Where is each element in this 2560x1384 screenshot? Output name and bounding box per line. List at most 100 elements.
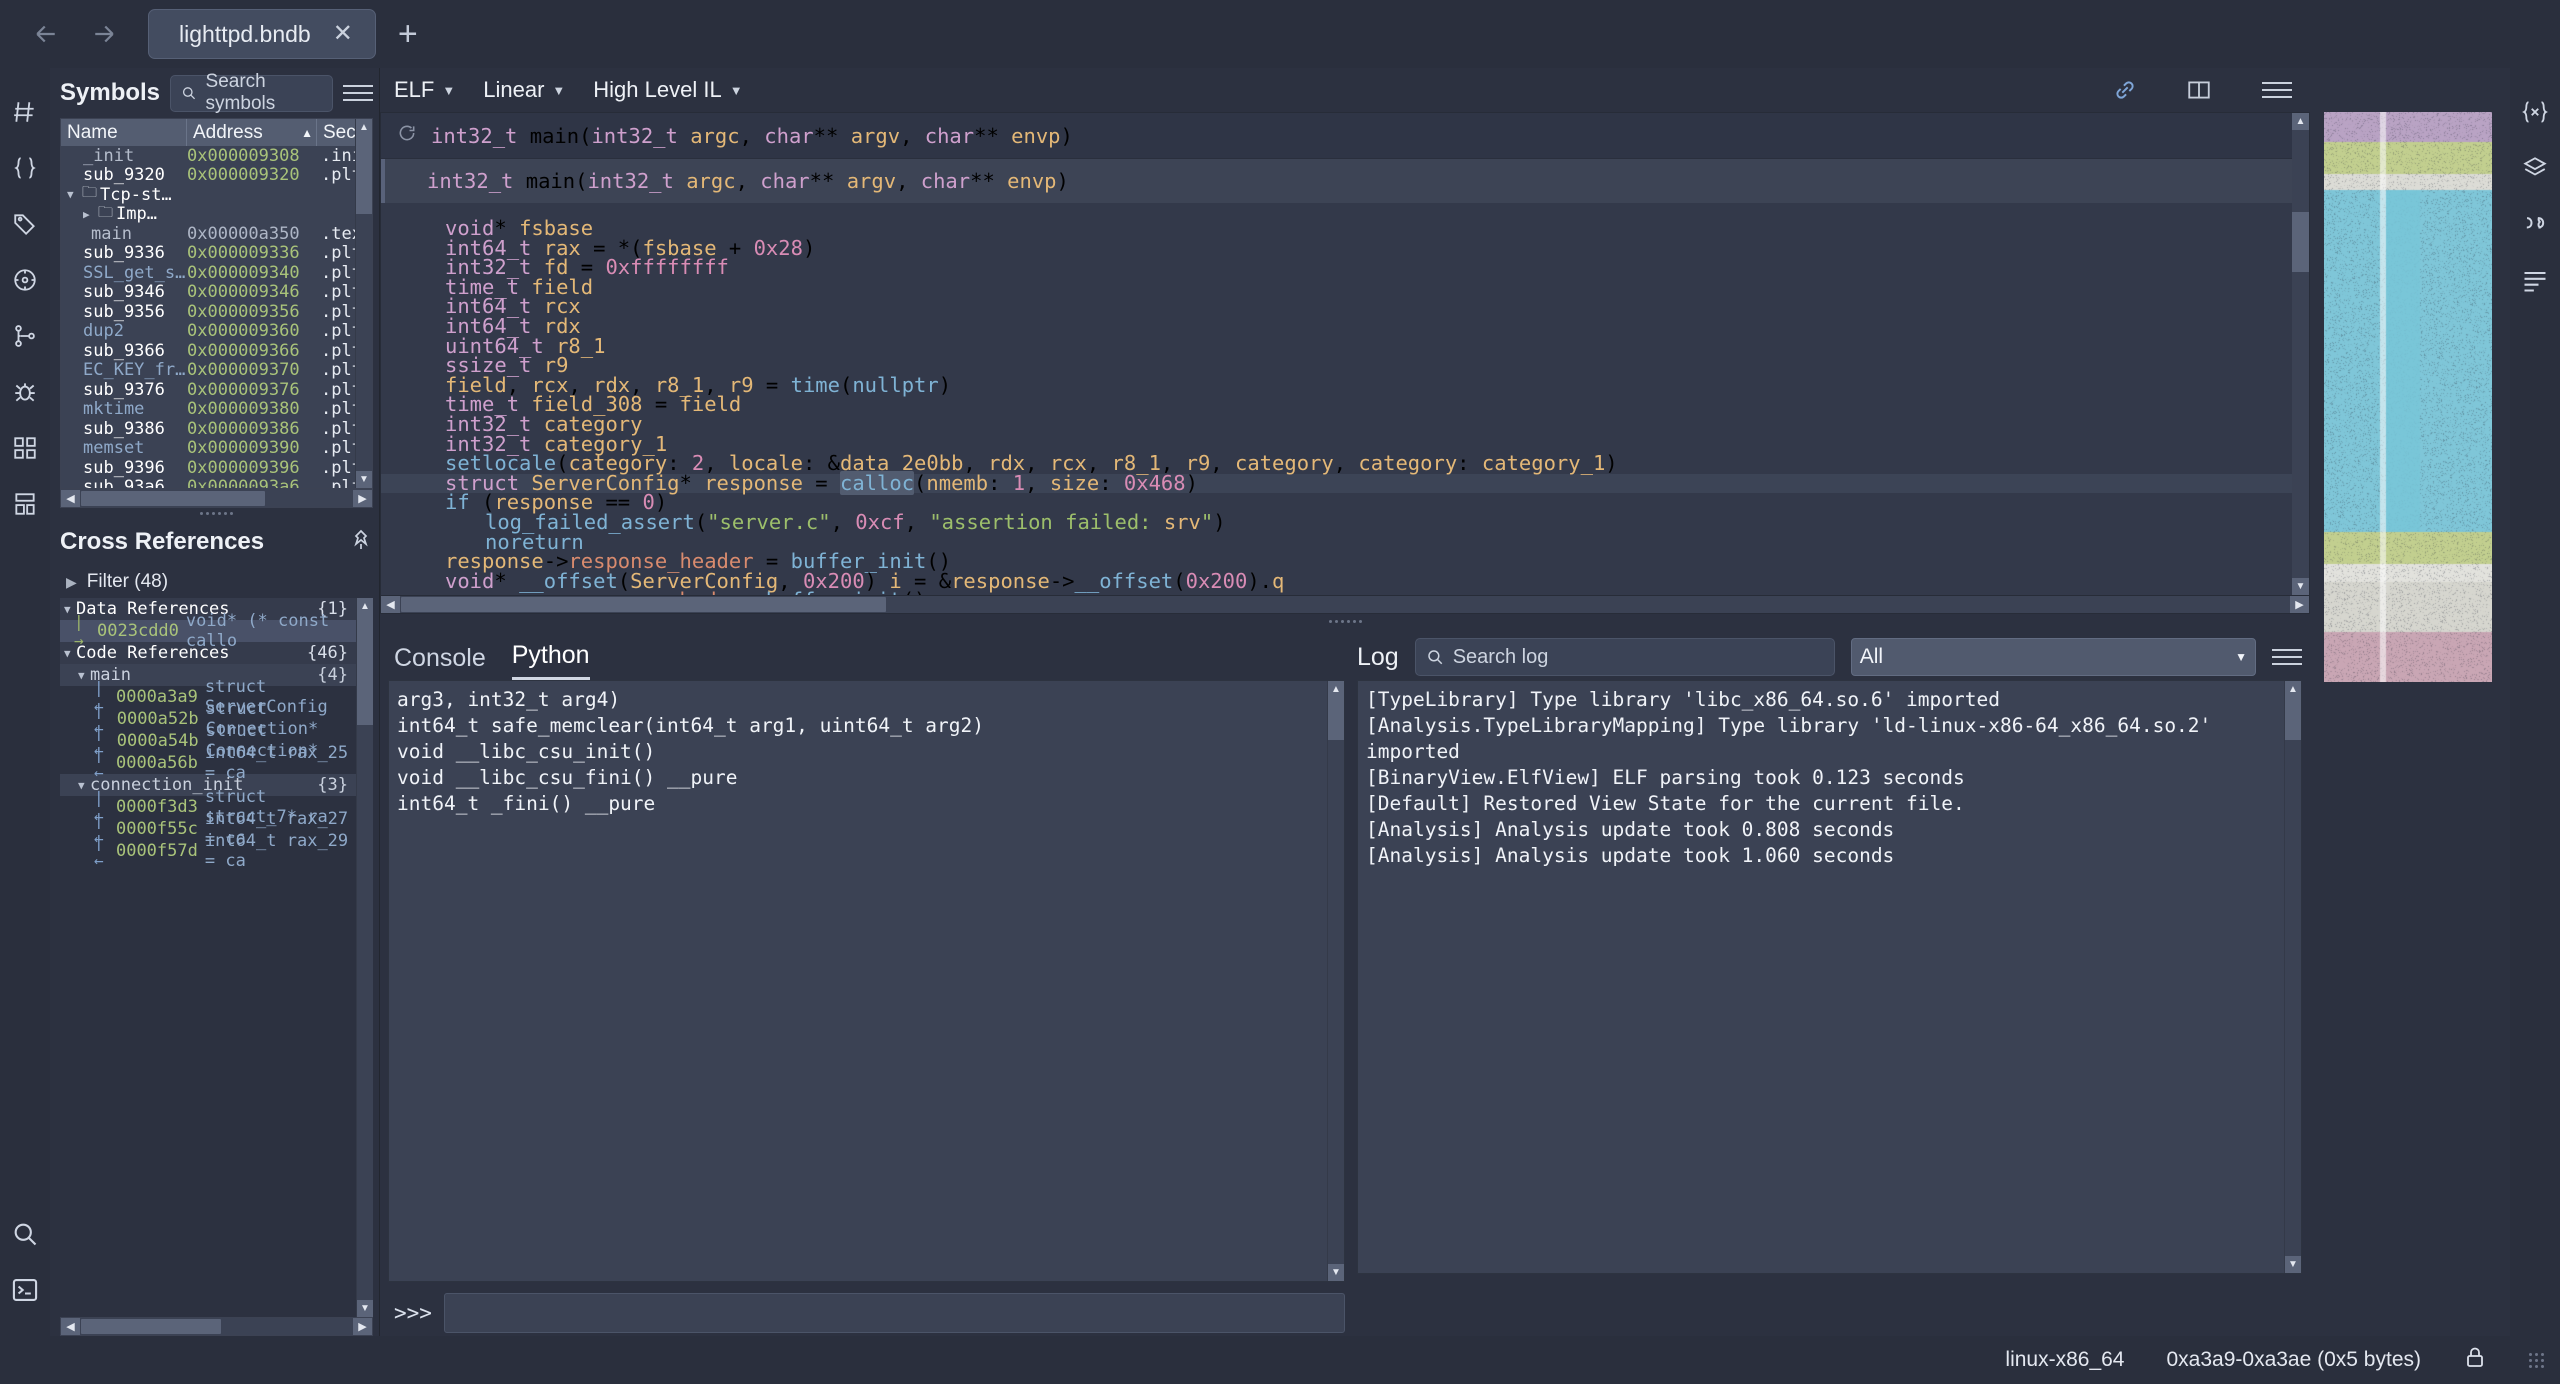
- code-menu-icon[interactable]: [2262, 82, 2292, 98]
- refresh-icon[interactable]: [397, 123, 417, 148]
- xrefs-tree[interactable]: ▼Data References{1}|→0023cdd0void* (* co…: [60, 598, 373, 1336]
- code-vscrollbar[interactable]: ▲ ▼: [2292, 113, 2309, 595]
- code-line[interactable]: struct ServerConfig* response = calloc(n…: [381, 474, 2292, 494]
- table-row[interactable]: sub_93a60x0000093a6.plt: [61, 478, 355, 489]
- table-row[interactable]: sub_93360x000009336.plt: [61, 244, 355, 264]
- tab-python[interactable]: Python: [512, 641, 590, 680]
- scroll-down-icon[interactable]: ▼: [2292, 578, 2309, 595]
- view-type-dropdown[interactable]: ELF▼: [394, 77, 455, 103]
- search-symbols-input[interactable]: Search symbols: [170, 75, 333, 112]
- table-row[interactable]: sub_93760x000009376.plt: [61, 380, 355, 400]
- bug-icon[interactable]: [0, 364, 50, 420]
- code-splitter[interactable]: [380, 614, 2310, 628]
- code-line[interactable]: response->response_body = buffer_init(): [381, 591, 2292, 595]
- table-row[interactable]: sub_93460x000009346.plt: [61, 283, 355, 303]
- resize-grip-icon[interactable]: [2529, 1353, 2544, 1368]
- layout-dropdown[interactable]: Linear▼: [483, 77, 565, 103]
- hash-icon[interactable]: [0, 84, 50, 140]
- chevron-down-icon[interactable]: ▼: [67, 188, 79, 201]
- chevron-right-icon[interactable]: ▶: [83, 208, 95, 221]
- scroll-down-icon[interactable]: ▼: [357, 1300, 373, 1317]
- column-header-name[interactable]: Name: [61, 119, 187, 146]
- column-header-section[interactable]: Section: [317, 119, 355, 146]
- scroll-up-icon[interactable]: ▲: [2292, 113, 2309, 130]
- file-tab[interactable]: lighttpd.bndb ✕: [148, 9, 376, 59]
- branch-icon[interactable]: [0, 308, 50, 364]
- scroll-left-icon[interactable]: ◀: [61, 1318, 80, 1335]
- xref-group[interactable]: ▼Code References{46}: [60, 642, 356, 664]
- scroll-up-icon[interactable]: ▲: [2285, 681, 2301, 698]
- hscroll-thumb[interactable]: [81, 1319, 221, 1334]
- table-row[interactable]: memset0x000009390.plt: [61, 439, 355, 459]
- search-icon[interactable]: [0, 1206, 50, 1262]
- lines-icon[interactable]: [2510, 252, 2560, 308]
- xref-item[interactable]: |→0023cdd0void* (* const callo: [60, 620, 356, 642]
- scroll-up-icon[interactable]: ▲: [357, 598, 373, 615]
- symbols-table-body[interactable]: _init0x000009308.initsub_93200x000009320…: [61, 146, 355, 488]
- variables-icon[interactable]: [2510, 84, 2560, 140]
- minimap-canvas[interactable]: [2324, 112, 2492, 682]
- symbols-vscrollbar[interactable]: ▲ ▼: [355, 119, 372, 488]
- code-line[interactable]: int64_t rdx: [381, 317, 2292, 337]
- code-line[interactable]: int32_t fd = 0xffffffff: [381, 258, 2292, 278]
- link-icon[interactable]: [2112, 77, 2138, 103]
- code-line[interactable]: int64_t rcx: [381, 297, 2292, 317]
- symbols-menu-icon[interactable]: [343, 85, 373, 101]
- tag-icon[interactable]: [0, 196, 50, 252]
- terminal-icon[interactable]: [0, 1262, 50, 1318]
- xrefs-hscrollbar[interactable]: ◀ ▶: [60, 1317, 373, 1336]
- xref-item[interactable]: |←0000f57dint64_t rax_29 = ca: [60, 840, 356, 862]
- current-function-signature[interactable]: int32_t main(int32_t argc, char** argv, …: [381, 159, 2292, 203]
- quotes-icon[interactable]: [2510, 196, 2560, 252]
- back-button[interactable]: [20, 8, 72, 60]
- layers-icon[interactable]: [2510, 140, 2560, 196]
- scroll-thumb[interactable]: [2285, 698, 2301, 740]
- scroll-right-icon[interactable]: ▶: [2290, 596, 2309, 613]
- table-row[interactable]: dup20x000009360.plt: [61, 322, 355, 342]
- table-row[interactable]: mktime0x000009380.plt: [61, 400, 355, 420]
- column-header-address[interactable]: Address ▲: [187, 119, 317, 146]
- code-line[interactable]: log_failed_assert("server.c", 0xcf, "ass…: [381, 513, 2292, 533]
- table-row[interactable]: EC_KEY_fr…0x000009370.plt: [61, 361, 355, 381]
- plus-icon[interactable]: +: [398, 17, 418, 51]
- table-row[interactable]: _init0x000009308.init: [61, 146, 355, 166]
- close-icon[interactable]: ✕: [333, 22, 353, 46]
- scroll-up-icon[interactable]: ▲: [356, 119, 372, 136]
- code-hscrollbar[interactable]: ◀ ▶: [380, 596, 2310, 614]
- log-vscrollbar[interactable]: ▲ ▼: [2284, 681, 2301, 1273]
- code-lines[interactable]: void* fsbaseint64_t rax = *(fsbase + 0x2…: [381, 203, 2292, 595]
- symbols-hscrollbar[interactable]: ◀ ▶: [60, 489, 373, 508]
- scroll-right-icon[interactable]: ▶: [353, 1318, 372, 1335]
- table-row[interactable]: sub_93560x000009356.plt: [61, 302, 355, 322]
- scroll-right-icon[interactable]: ▶: [353, 490, 372, 507]
- log-filter-select[interactable]: All ▼: [1851, 638, 2256, 676]
- xref-item[interactable]: |←0000a56bint64_t rax_25 = ca: [60, 752, 356, 774]
- table-row[interactable]: sub_93660x000009366.plt: [61, 341, 355, 361]
- components-icon[interactable]: [0, 420, 50, 476]
- chevron-down-icon[interactable]: ▼: [64, 647, 76, 660]
- table-row[interactable]: sub_93860x000009386.plt: [61, 419, 355, 439]
- scroll-left-icon[interactable]: ◀: [61, 490, 80, 507]
- lock-icon[interactable]: [2463, 1345, 2487, 1375]
- hscroll-thumb[interactable]: [81, 491, 265, 506]
- hscroll-thumb[interactable]: [401, 597, 886, 612]
- braces-icon[interactable]: [0, 140, 50, 196]
- xrefs-filter-row[interactable]: ▶ Filter (48): [60, 566, 373, 598]
- code-content[interactable]: int32_t main(int32_t argc, char** argv, …: [381, 113, 2292, 595]
- scroll-up-icon[interactable]: ▲: [1328, 681, 1344, 698]
- il-level-dropdown[interactable]: High Level IL▼: [593, 77, 742, 103]
- forward-button[interactable]: [78, 8, 130, 60]
- pin-icon[interactable]: [349, 528, 373, 557]
- console-input[interactable]: [444, 1293, 1345, 1333]
- scroll-thumb[interactable]: [2292, 212, 2309, 272]
- stack-icon[interactable]: [0, 476, 50, 532]
- scroll-thumb[interactable]: [356, 136, 372, 214]
- split-pane-icon[interactable]: [2186, 77, 2212, 103]
- binary-minimap[interactable]: [2324, 112, 2492, 682]
- table-row[interactable]: main0x00000a350.text: [61, 224, 355, 244]
- table-row[interactable]: ▶🗀Imp…: [61, 205, 355, 225]
- chevron-down-icon[interactable]: ▼: [78, 669, 90, 682]
- panel-splitter[interactable]: [60, 508, 373, 518]
- chevron-down-icon[interactable]: ▼: [78, 779, 90, 792]
- log-menu-icon[interactable]: [2272, 649, 2302, 665]
